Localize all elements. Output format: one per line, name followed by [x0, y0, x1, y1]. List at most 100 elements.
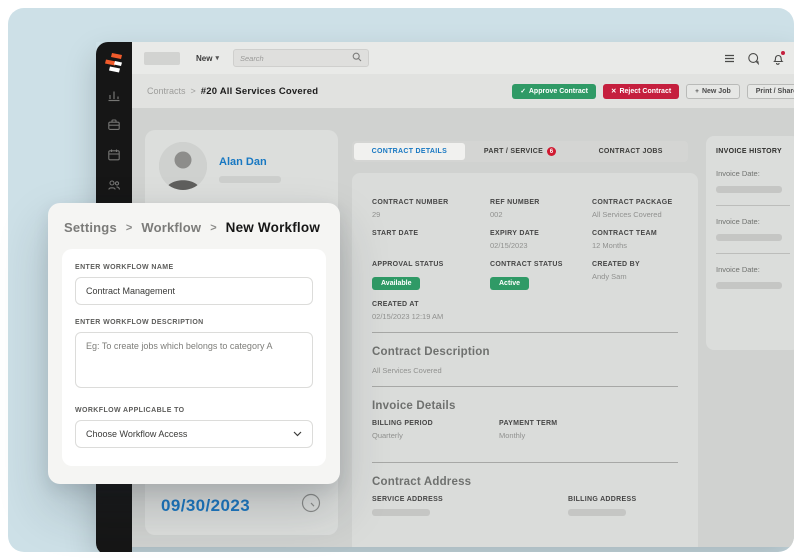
field-contract-package: CONTRACT PACKAGE All Services Covered	[592, 199, 678, 219]
field-contract-team: CONTRACT TEAM 12 Months	[592, 230, 678, 250]
new-workflow-modal: Settings > Workflow > New Workflow ENTER…	[48, 203, 340, 484]
workflow-access-select[interactable]: Choose Workflow Access	[75, 420, 313, 448]
invoice-history-item: Invoice Date:	[716, 169, 790, 193]
new-dropdown-label: New	[196, 54, 212, 63]
contract-fields-grid: CONTRACT NUMBER 29 REF NUMBER 002 CONTRA…	[372, 199, 678, 301]
placeholder-bar	[568, 509, 626, 516]
status-badge: Available	[372, 277, 420, 290]
tab-contract-jobs-label: CONTRACT JOBS	[599, 148, 663, 155]
print-share-button[interactable]: Print / Share	[747, 84, 794, 99]
new-workflow-form: ENTER WORKFLOW NAME ENTER WORKFLOW DESCR…	[62, 249, 326, 466]
screenshot-canvas: New ▾ Search	[0, 0, 800, 560]
tab-contract-details-label: CONTRACT DETAILS	[372, 148, 447, 155]
modal-breadcrumb-settings[interactable]: Settings	[64, 220, 117, 235]
field-contract-status: CONTRACT STATUS Active	[490, 261, 592, 290]
plus-icon: +	[695, 88, 699, 95]
briefcase-icon[interactable]	[107, 118, 121, 132]
divider	[716, 253, 790, 254]
avatar	[159, 142, 207, 190]
divider	[372, 462, 678, 463]
section-title-address: Contract Address	[372, 476, 678, 488]
topbar-icons	[723, 52, 790, 65]
chevron-down-icon	[293, 429, 302, 439]
breadcrumb-separator: >	[126, 222, 132, 234]
new-dropdown[interactable]: New ▾	[196, 54, 219, 63]
invoice-history-panel: INVOICE HISTORY Invoice Date: Invoice Da…	[706, 136, 794, 350]
workflow-description-textarea[interactable]	[75, 332, 313, 388]
print-share-label: Print / Share	[756, 88, 794, 95]
field-service-address: SERVICE ADDRESS	[372, 496, 568, 516]
approve-contract-label: Approve Contract	[529, 88, 588, 95]
page-title: #20 All Services Covered	[201, 86, 318, 97]
invoice-history-title: INVOICE HISTORY	[716, 148, 790, 155]
divider	[716, 205, 790, 206]
field-approval-status: APPROVAL STATUS Available	[372, 261, 490, 290]
contract-date-row: 09/30/2023	[161, 492, 322, 519]
section-title-invoice: Invoice Details	[372, 400, 678, 412]
placeholder-block	[144, 52, 180, 65]
breadcrumb-bar: Contracts > #20 All Services Covered ✓ A…	[132, 74, 794, 108]
brand-logo-icon[interactable]	[102, 50, 126, 74]
workflow-access-value: Choose Workflow Access	[86, 429, 187, 439]
field-payment-term: PAYMENT TERM Monthly	[499, 420, 678, 440]
placeholder-bar	[219, 176, 281, 183]
placeholder-bar	[716, 186, 782, 193]
tab-contract-details[interactable]: CONTRACT DETAILS	[354, 143, 465, 160]
modal-breadcrumb: Settings > Workflow > New Workflow	[48, 203, 340, 245]
menu-icon[interactable]	[723, 52, 736, 65]
chevron-down-icon: ▾	[215, 54, 219, 62]
cross-icon: ✕	[611, 87, 616, 95]
bar-chart-icon[interactable]	[107, 88, 121, 102]
reject-contract-label: Reject Contract	[619, 88, 671, 95]
contract-description-text: All Services Covered	[372, 366, 678, 375]
address-fields-grid: SERVICE ADDRESS BILLING ADDRESS	[372, 496, 678, 527]
calendar-icon[interactable]	[107, 148, 121, 162]
placeholder-bar	[716, 282, 782, 289]
modal-breadcrumb-current: New Workflow	[226, 220, 320, 235]
search-input[interactable]: Search	[233, 49, 369, 67]
search-placeholder: Search	[240, 54, 264, 63]
check-icon: ✓	[520, 87, 525, 95]
approve-contract-button[interactable]: ✓ Approve Contract	[512, 84, 596, 99]
field-created-at: CREATED AT 02/15/2023 12:19 AM	[372, 301, 678, 321]
bell-icon[interactable]	[771, 52, 784, 65]
divider	[372, 386, 678, 387]
contract-date: 09/30/2023	[161, 496, 250, 516]
contract-details-panel: CONTRACT NUMBER 29 REF NUMBER 002 CONTRA…	[352, 173, 698, 547]
customer-name: Alan Dan	[219, 156, 267, 168]
users-icon[interactable]	[107, 178, 121, 192]
clock-icon[interactable]	[300, 492, 322, 519]
placeholder-bar	[372, 509, 430, 516]
field-billing-period: BILLING PERIOD Quarterly	[372, 420, 499, 440]
search-icon	[352, 49, 362, 67]
workflow-name-label: ENTER WORKFLOW NAME	[75, 264, 313, 271]
field-contract-number: CONTRACT NUMBER 29	[372, 199, 490, 219]
breadcrumb-separator: >	[191, 86, 196, 96]
invoice-history-item: Invoice Date:	[716, 217, 790, 241]
section-title-description: Contract Description	[372, 346, 678, 358]
field-billing-address: BILLING ADDRESS	[568, 496, 678, 516]
field-expiry-date: EXPIRY DATE 02/15/2023	[490, 230, 592, 250]
placeholder-bar	[716, 234, 782, 241]
tab-contract-jobs[interactable]: CONTRACT JOBS	[575, 143, 686, 160]
field-start-date: START DATE	[372, 230, 490, 250]
invoice-history-item: Invoice Date:	[716, 265, 790, 289]
tab-part-service[interactable]: PART / SERVICE 6	[465, 143, 576, 160]
divider	[372, 332, 678, 333]
topbar: New ▾ Search	[132, 42, 794, 74]
notification-dot	[780, 50, 786, 56]
chat-icon[interactable]	[747, 52, 760, 65]
workflow-description-label: ENTER WORKFLOW DESCRIPTION	[75, 319, 313, 326]
reject-contract-button[interactable]: ✕ Reject Contract	[603, 84, 679, 99]
workflow-access-label: WORKFLOW APPLICABLE TO	[75, 407, 313, 414]
breadcrumb-separator: >	[210, 222, 216, 234]
workflow-name-input[interactable]	[75, 277, 313, 305]
field-created-by: CREATED BY Andy Sam	[592, 261, 678, 290]
field-ref-number: REF NUMBER 002	[490, 199, 592, 219]
invoice-fields-grid: BILLING PERIOD Quarterly PAYMENT TERM Mo…	[372, 420, 678, 451]
status-badge: Active	[490, 277, 529, 290]
contract-actions: ✓ Approve Contract ✕ Reject Contract + N…	[512, 84, 794, 99]
breadcrumb-contracts-link[interactable]: Contracts	[147, 86, 186, 96]
new-job-button[interactable]: + New Job	[686, 84, 740, 99]
modal-breadcrumb-workflow[interactable]: Workflow	[141, 220, 201, 235]
